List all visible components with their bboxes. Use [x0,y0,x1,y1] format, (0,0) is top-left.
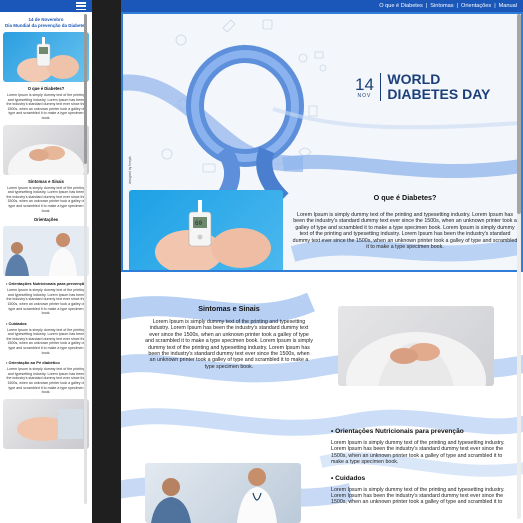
mobile-bullet1: • Orientações Nutricionais para prevençã… [6,281,87,287]
mobile-bullet3: • Orientação ao Pé diabético [6,360,60,366]
mobile-bullet1-label: Orientações Nutricionais para prevenção [8,281,87,287]
event-title-line1: WORLD [387,71,441,87]
chest-pain-card-image [338,306,494,386]
nav-link-o-que-e-diabetes[interactable]: O que é Diabetes [379,3,423,9]
doctor-photo [3,226,89,277]
mobile-bullet2-text: Lorem Ipsum is simply dummy text of the … [6,327,86,355]
bullet-nutrition: • Orientações Nutricionais para prevençã… [331,428,464,435]
nav-separator: | [425,3,428,9]
mobile-navbar [0,0,92,12]
bullet-nutrition-text: Lorem Ipsum is simply dummy text of the … [331,440,505,466]
mobile-scrollbar[interactable] [83,14,88,504]
section1-text: Lorem Ipsum is simply dummy text of the … [292,212,518,251]
mobile-preview: 14 de Novembro Dia Mundial da prevenção … [0,0,92,523]
section2-title: Sintomas e Sinais [198,304,260,313]
section1-title: O que é Diabetes? [373,193,437,202]
mobile-section1-title: O que é Diabetes? [27,86,65,91]
desktop-preview: O que é Diabetes | Sintomas | Orientaçõe… [121,0,523,523]
mobile-bullet3-text: Lorem Ipsum is simply dummy text of the … [6,367,86,395]
hero-banner: designed by freepik 14 NOV WORLD DIABETE… [121,12,523,272]
glucometer-hands-icon: 60 [155,200,271,270]
mobile-bullet2: • Cuidados [6,320,27,326]
date-badge: 14 NOV [355,76,374,99]
hero-credit: designed by freepik [128,156,132,184]
mobile-bullet2-label: Cuidados [8,320,27,326]
desktop-scrollbar[interactable] [517,14,521,519]
awareness-ribbon-icon [186,45,304,209]
bullet-cuidados-title: Cuidados [335,474,366,482]
nav-link-manual[interactable]: Manual [499,3,517,9]
day-number: 14 [355,74,374,94]
chest-illustration-icon [8,143,84,175]
event-title-line2: DIABETES DAY [387,86,491,102]
foot-photo [3,398,89,449]
chest-pain-illustration-icon [346,332,486,386]
desktop-navbar: O que é Diabetes | Sintomas | Orientaçõe… [121,0,523,12]
event-title: WORLD DIABETES DAY [387,72,490,102]
mobile-section2-text: Lorem Ipsum is simply dummy text of the … [6,185,86,213]
bullet-cuidados-text: Lorem Ipsum is simply dummy text of the … [331,486,505,506]
world-diabetes-day-logo: 14 NOV WORLD DIABETES DAY [355,72,490,102]
foot-illustration-icon [17,408,83,441]
doctor-illustration-icon [3,226,89,277]
section3-content: • Orientações Nutricionais para prevençã… [331,428,511,506]
logo-divider [379,73,382,101]
hamburger-menu-icon[interactable] [76,2,86,10]
section1-content: O que é Diabetes? Lorem Ipsum is simply … [291,193,519,250]
doctor-consultation-icon [151,468,277,523]
nav-link-orientacoes[interactable]: Orientações [461,3,491,9]
mobile-bullet3-label: Orientação ao Pé diabético [8,360,60,366]
glucometer-card-image: 60 [129,190,283,270]
glucometer-illustration-icon [17,37,79,82]
doctor-card-image [145,463,301,523]
svg-text:60: 60 [195,220,203,227]
mobile-section2-title: Sintomas e Sinais [28,178,64,184]
chest-pain-photo [3,124,89,175]
glucometer-photo [3,32,89,82]
mobile-date-line2: Dia Mundial da prevenção da Diabetes [4,22,88,28]
month-label: NOV [357,92,372,99]
nav-separator: | [494,3,496,9]
mobile-bullet1-text: Lorem Ipsum is simply dummy text of the … [6,288,86,316]
nav-separator: | [456,3,459,9]
mobile-date-heading: 14 de Novembro Dia Mundial da prevenção … [0,17,92,28]
nav-link-sintomas[interactable]: Sintomas [430,3,453,9]
section2-content: Sintomas e Sinais Lorem Ipsum is simply … [145,304,313,370]
mobile-section3-title: Orientações [33,217,59,223]
mobile-section1-text: Lorem Ipsum is simply dummy text of the … [6,93,86,120]
bullet-nutrition-title: Orientações Nutricionais para prevenção [335,428,464,435]
bullet-cuidados: • Cuidados [331,474,366,482]
section2-text: Lorem Ipsum is simply dummy text of the … [145,319,313,370]
preview-gap [92,0,121,523]
